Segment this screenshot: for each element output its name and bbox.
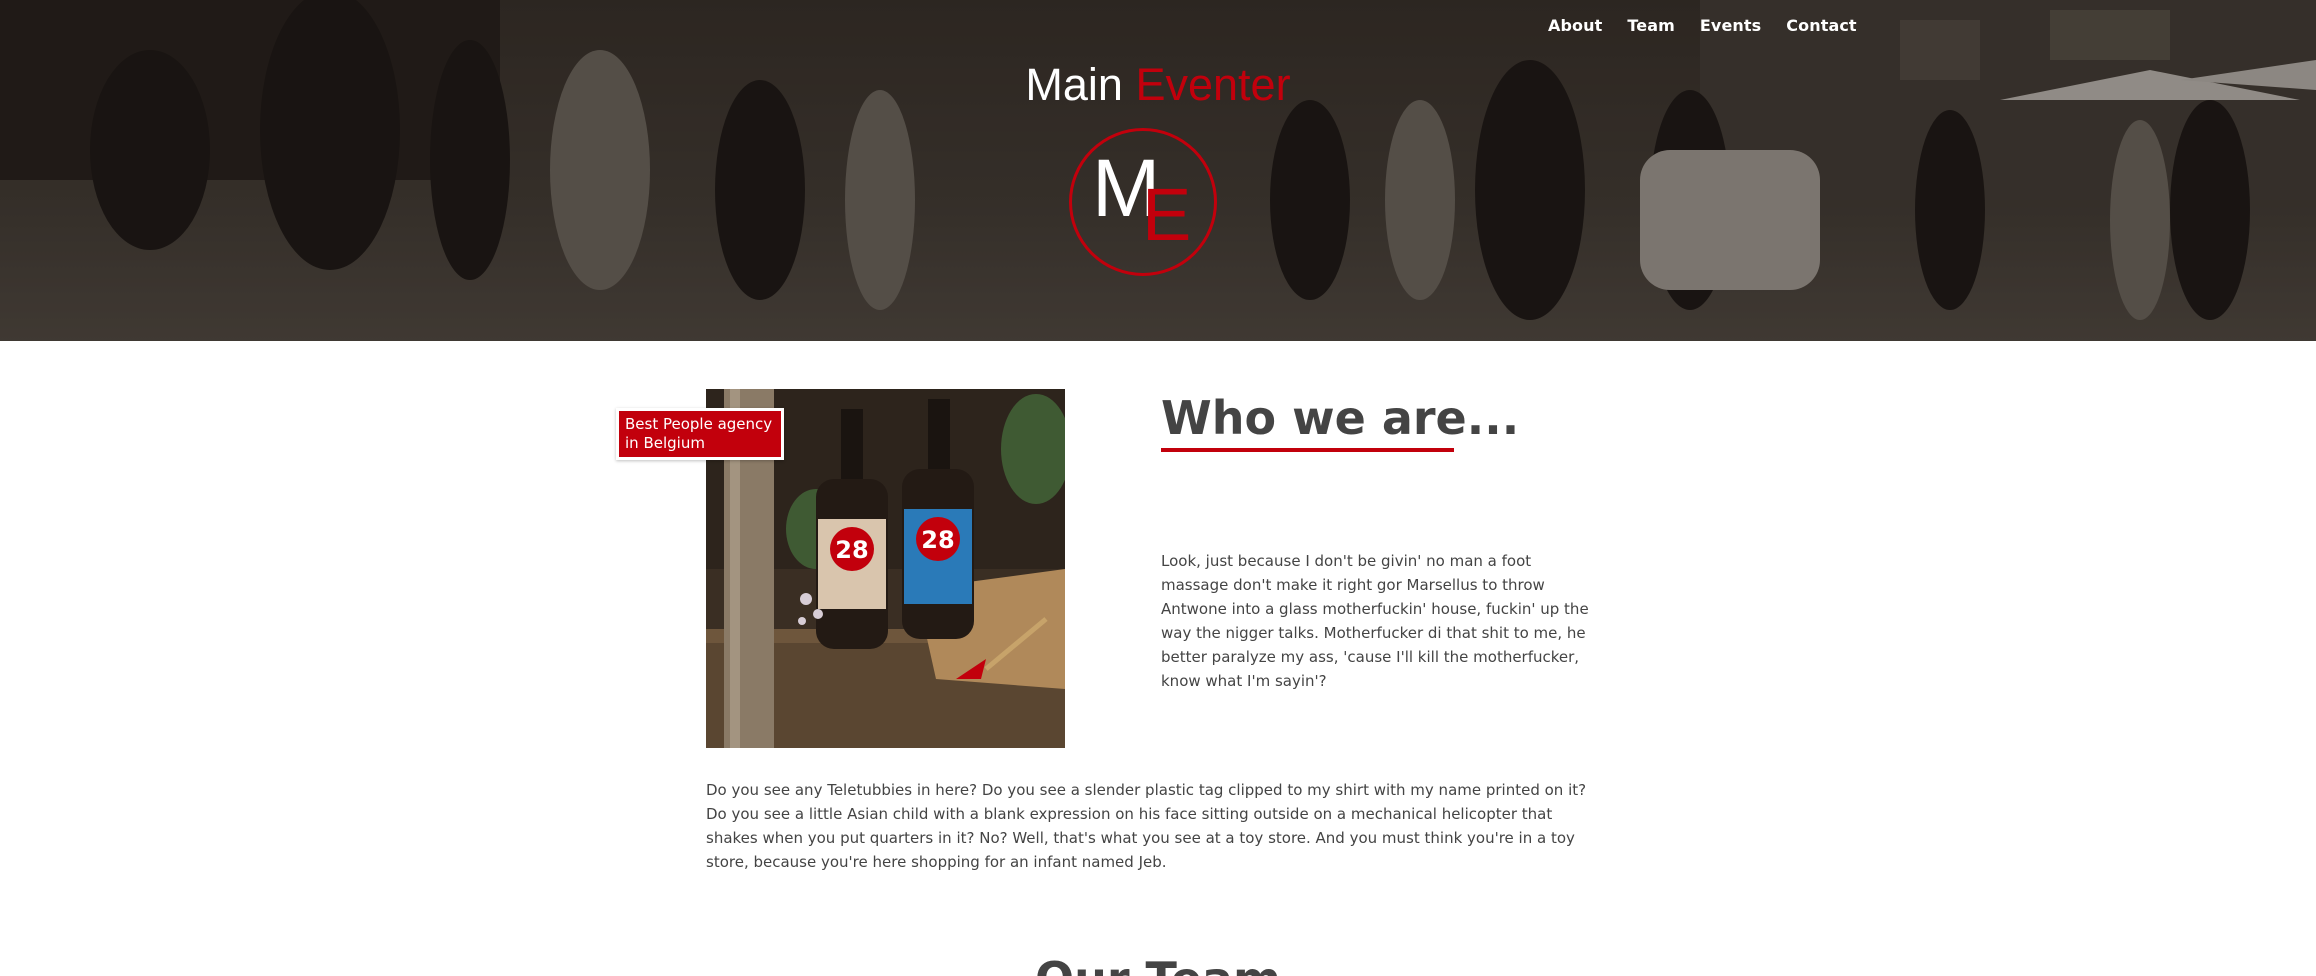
nav-item-team[interactable]: Team [1627,16,1675,35]
hero-banner: About Team Events Contact Main Eventer M… [0,0,2316,341]
nav-item-contact[interactable]: Contact [1786,16,1856,35]
team-heading: Our Team [0,956,2316,976]
about-paragraph: Look, just because I don't be givin' no … [1161,552,1589,690]
agency-badge: Best People agency in Belgium [616,408,784,460]
bottle-right-label: 28 [921,526,954,554]
site-title-main: Main [1025,59,1123,110]
nav-item-events[interactable]: Events [1700,16,1761,35]
site-title-accent: Eventer [1135,59,1291,110]
nav-item-about[interactable]: About [1548,16,1602,35]
who-we-are-heading: Who we are... [1161,391,1520,445]
site-title: Main Eventer [0,62,2316,107]
heading-underline [1161,448,1454,452]
bottle-left-label: 28 [835,536,868,564]
main-nav: About Team Events Contact [1548,16,1882,35]
logo-letter-e: E [1142,173,1192,256]
about-wide-paragraph: Do you see any Teletubbies in here? Do y… [706,781,1587,871]
